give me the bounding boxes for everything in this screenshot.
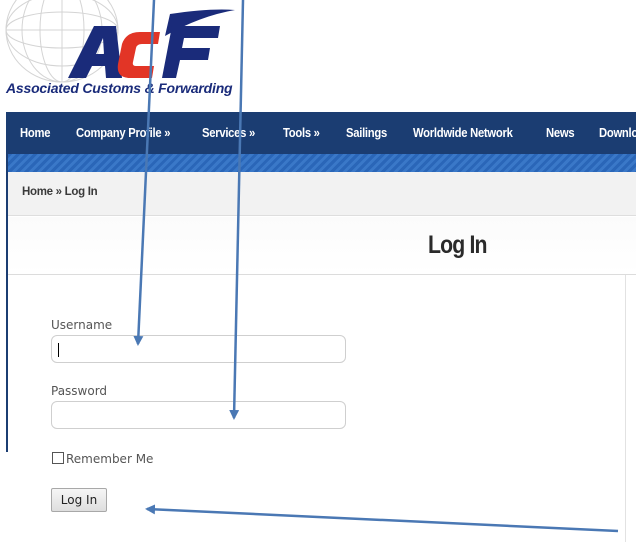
title-bar: Log In <box>8 217 636 275</box>
breadcrumb-bar: Home » Log In <box>8 172 636 216</box>
nav-news[interactable]: News <box>546 126 575 140</box>
nav-sailings[interactable]: Sailings <box>346 126 387 140</box>
password-label: Password <box>51 384 108 398</box>
text-cursor <box>58 343 59 357</box>
company-name: Associated Customs & Forwarding <box>6 80 233 96</box>
header-logo-area: Associated Customs & Forwarding <box>0 0 636 112</box>
page-left-border <box>6 112 8 452</box>
username-input[interactable] <box>51 335 346 363</box>
password-input[interactable] <box>51 401 346 429</box>
username-label: Username <box>51 318 113 332</box>
remember-me-label[interactable]: Remember Me <box>66 452 153 466</box>
main-nav: Home Company Profile » Services » Tools … <box>8 112 636 154</box>
login-button[interactable]: Log In <box>51 488 107 512</box>
nav-company-profile[interactable]: Company Profile » <box>76 126 170 140</box>
nav-services[interactable]: Services » <box>202 126 255 140</box>
arrow-to-login-button <box>145 504 619 533</box>
nav-home[interactable]: Home <box>20 126 50 140</box>
breadcrumb[interactable]: Home » Log In <box>22 186 98 198</box>
content-right-divider <box>625 275 626 542</box>
acf-logo <box>68 9 235 78</box>
page-title: Log In <box>428 231 487 259</box>
nav-worldwide-network[interactable]: Worldwide Network <box>413 126 513 140</box>
nav-decorative-stripe <box>8 154 636 172</box>
nav-downloads[interactable]: Downloads <box>599 126 636 140</box>
nav-tools[interactable]: Tools » <box>283 126 320 140</box>
remember-me-checkbox[interactable] <box>52 452 64 464</box>
